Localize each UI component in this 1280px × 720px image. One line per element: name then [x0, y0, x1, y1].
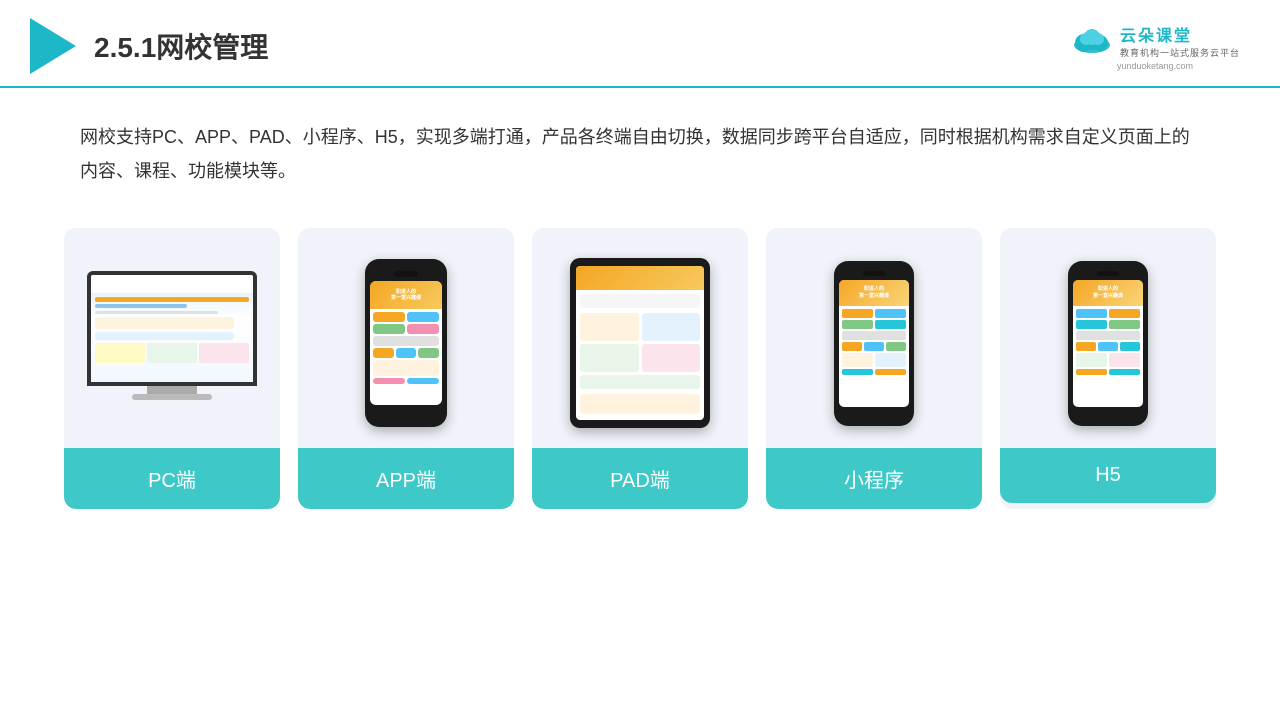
phone-mini-screen: 职进人的第一堂兴趣课	[839, 280, 909, 407]
phone-mini-icon: 职进人的第一堂兴趣课	[834, 261, 914, 426]
header-right: 云朵课堂 教育机构一站式服务云平台 yunduoketang.com	[1070, 22, 1240, 71]
phone-h5-icon: 职进人的第一堂兴趣课	[1068, 261, 1148, 426]
description-text: 网校支持PC、APP、PAD、小程序、H5，实现多端打通，产品各终端自由切换，数…	[0, 88, 1280, 198]
card-image-miniapp: 职进人的第一堂兴趣课	[766, 228, 982, 448]
phone-h5-notch	[1097, 271, 1119, 276]
card-app: 职进人的第一堂兴趣课	[298, 228, 514, 509]
brand-logo: 云朵课堂 教育机构一站式服务云平台	[1070, 22, 1240, 59]
card-image-h5: 职进人的第一堂兴趣课	[1000, 228, 1216, 448]
page-title: 2.5.1网校管理	[94, 26, 268, 66]
card-h5: 职进人的第一堂兴趣课	[1000, 228, 1216, 509]
ipad-icon	[570, 258, 710, 428]
pc-monitor-icon	[87, 271, 257, 416]
card-miniapp: 职进人的第一堂兴趣课	[766, 228, 982, 509]
card-pad: PAD端	[532, 228, 748, 509]
phone-h5-screen: 职进人的第一堂兴趣课	[1073, 280, 1143, 407]
brand-tagline: 教育机构一站式服务云平台	[1120, 46, 1240, 59]
card-image-pad	[532, 228, 748, 448]
cloud-icon	[1070, 25, 1114, 55]
card-label-h5: H5	[1000, 448, 1216, 503]
header-left: 2.5.1网校管理	[30, 18, 268, 74]
card-label-pc: PC端	[64, 448, 280, 509]
phone-notch	[394, 271, 418, 277]
logo-triangle-icon	[30, 18, 76, 74]
brand-text-area: 云朵课堂 教育机构一站式服务云平台	[1120, 22, 1240, 59]
brand-url: yunduoketang.com	[1117, 61, 1193, 71]
card-label-pad: PAD端	[532, 448, 748, 509]
card-label-miniapp: 小程序	[766, 448, 982, 509]
card-label-app: APP端	[298, 448, 514, 509]
cards-container: PC端 职进人的第一堂兴趣课	[0, 198, 1280, 539]
card-image-app: 职进人的第一堂兴趣课	[298, 228, 514, 448]
phone-icon: 职进人的第一堂兴趣课	[365, 259, 447, 427]
ipad-screen	[576, 266, 704, 420]
brand-name: 云朵课堂	[1120, 22, 1240, 46]
header: 2.5.1网校管理 云朵课堂 教育机构一站式服务云平台 yunduoketang…	[0, 0, 1280, 88]
card-pc: PC端	[64, 228, 280, 509]
phone-screen: 职进人的第一堂兴趣课	[370, 281, 442, 405]
card-image-pc	[64, 228, 280, 448]
phone-mini-notch	[863, 271, 885, 276]
